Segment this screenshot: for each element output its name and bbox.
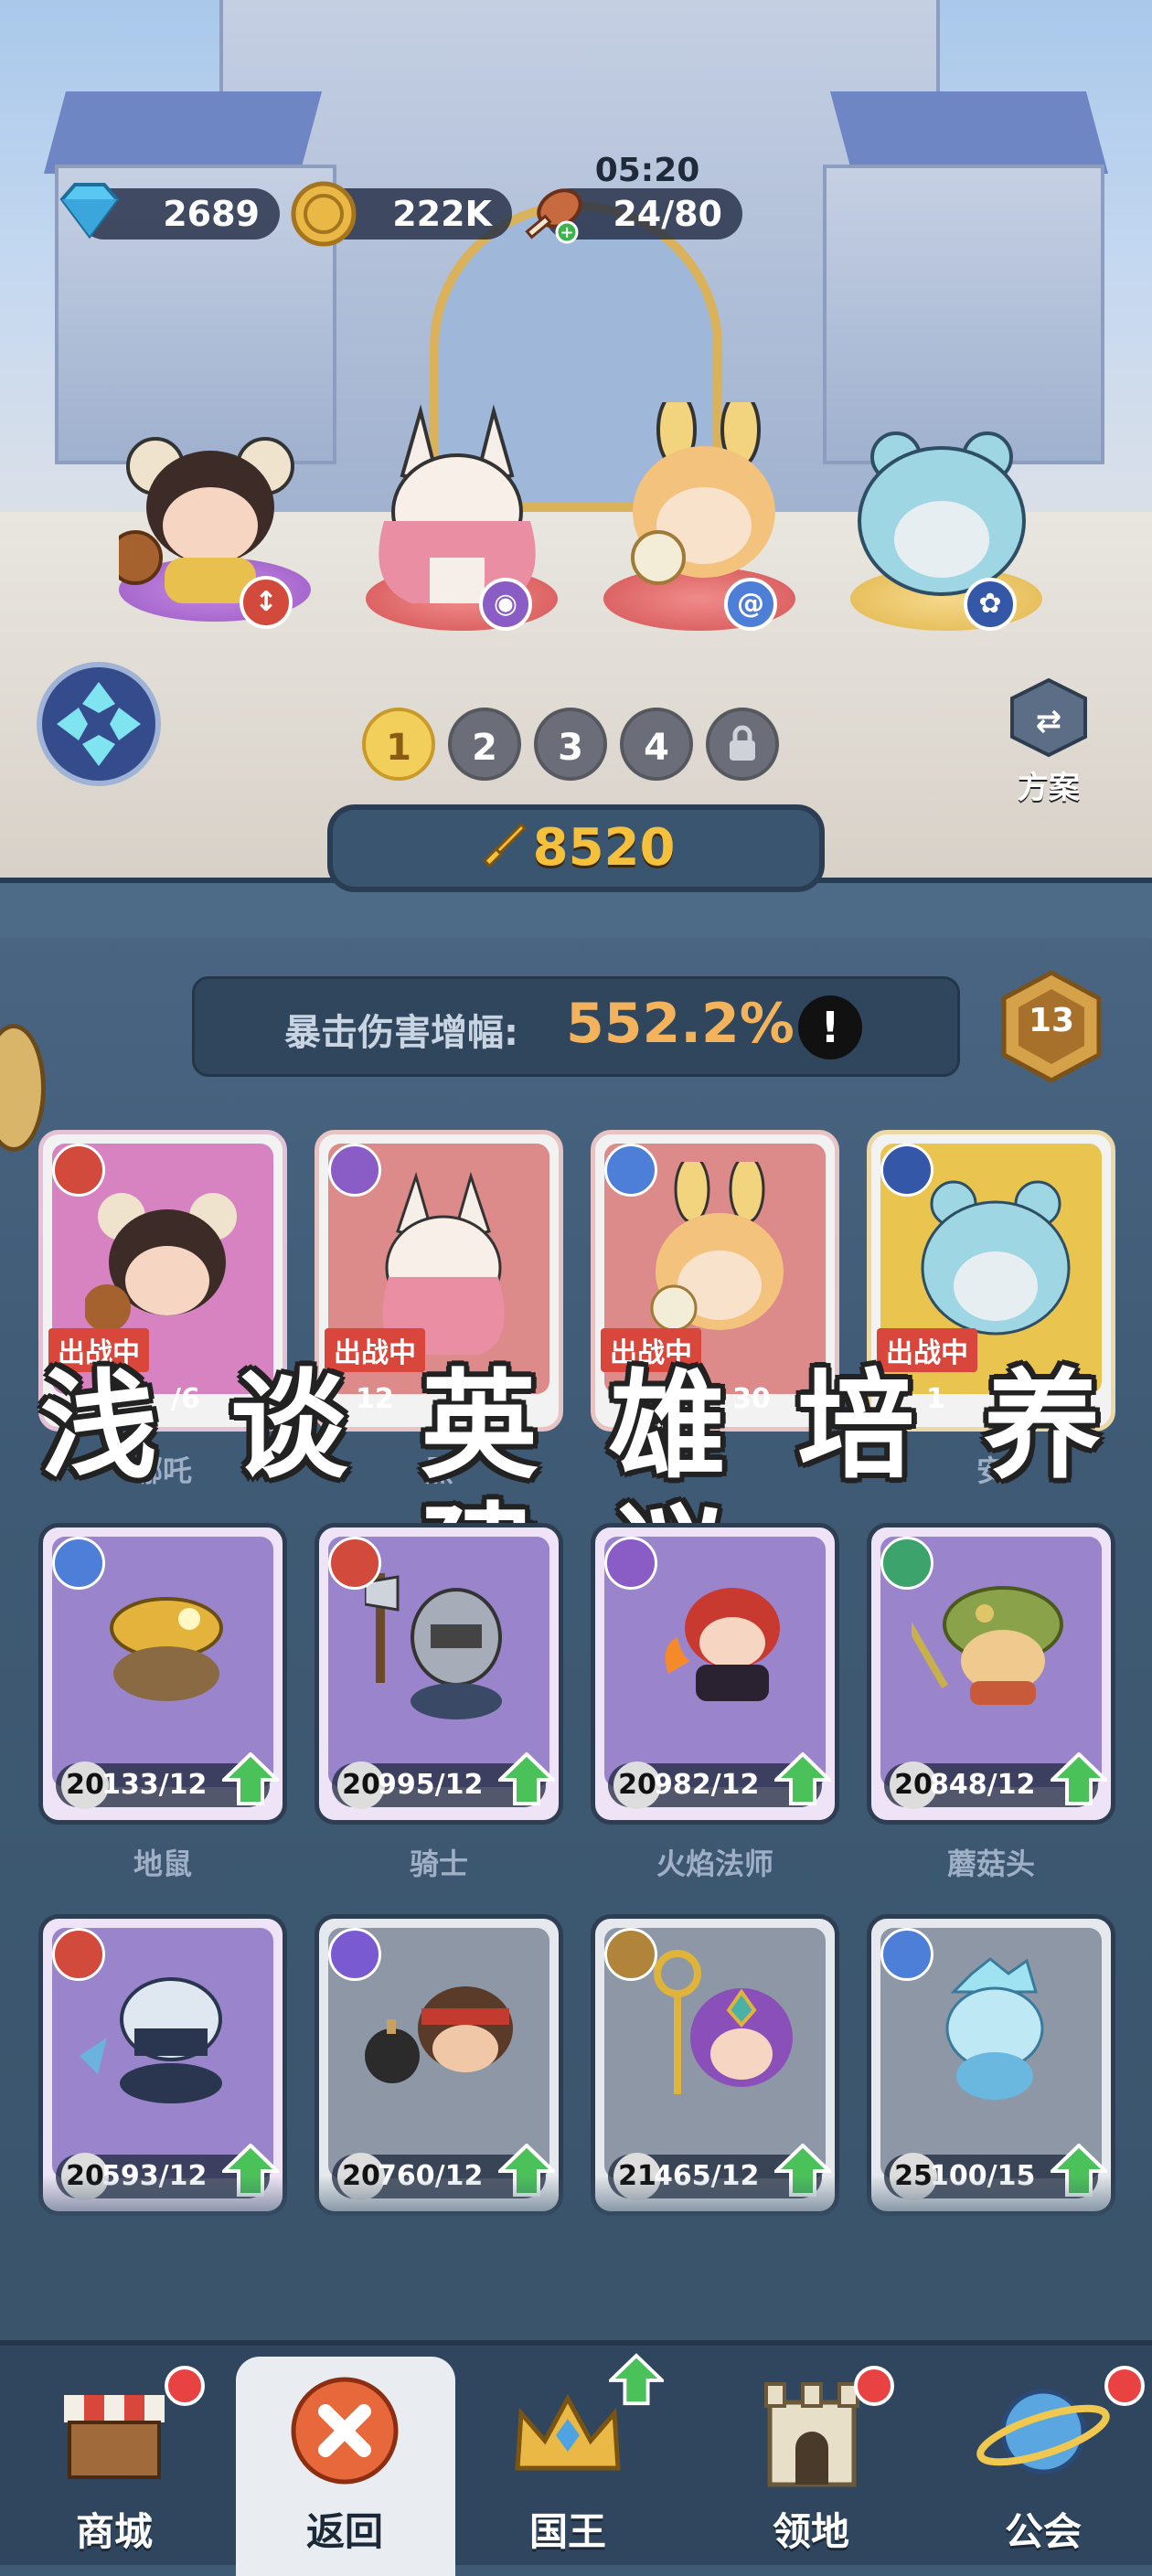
hero-card-mole[interactable]: 20 133/12 [38,1523,287,1825]
list-fade [0,2176,1152,2340]
upgrade-arrow-icon [609,2353,664,2406]
class-badge-moon-icon [328,1928,381,1981]
class-badge-sword-icon [52,1928,105,1981]
class-badge-spiral-icon [880,1928,933,1981]
nav-king[interactable]: 国王 [463,2340,673,2560]
class-badge-sword-icon [328,1537,381,1590]
nav-label: 返回 [305,2509,383,2554]
tower-icon [764,2382,859,2487]
nav-back[interactable]: 返回 [240,2340,450,2560]
team-power: 8520 [532,818,676,878]
class-badge-eye-icon [328,1144,381,1197]
upgrade-arrow-icon[interactable] [222,1752,279,1805]
hero-fox-sprite[interactable] [347,402,567,612]
sword-icon [477,821,528,876]
hero-level: 12 [356,1383,394,1415]
meat-icon[interactable]: + [517,179,583,245]
castle-roof-right [829,91,1109,174]
nav-territory[interactable]: 领地 [706,2340,916,2560]
hero-card-knight[interactable]: 20 995/12 [315,1523,563,1825]
shop-stall-icon [64,2395,165,2479]
team-page-locked[interactable] [706,708,779,781]
hero-progress: 848/12 [930,1769,1036,1801]
overlay-title-char: 养 [984,1358,1102,1495]
plan-label: 方案 [1018,770,1080,806]
class-badge-eye-icon: ◉ [479,578,532,631]
overlay-title-char: 浅 [40,1358,158,1495]
hero-card-priestess[interactable]: 21 465/12 [591,1914,839,2216]
class-badge-spiral-icon [604,1144,657,1197]
team-page-4[interactable]: 4 [620,708,693,781]
hero-name: 蘑菇头 [946,1847,1035,1881]
plan-button[interactable]: ⇄ 方案 [998,676,1099,806]
stat-info-button[interactable]: ! [798,995,862,1059]
swap-helmet-icon: ⇄ [1010,677,1087,758]
upgrade-arrow-icon[interactable] [774,1752,831,1805]
nav-label: 商城 [75,2509,153,2554]
hero-name: 地鼠 [133,1847,192,1881]
castle-roof-left [43,91,323,174]
nav-label: 公会 [1004,2509,1082,2554]
nav-shop[interactable]: 商城 [9,2340,219,2560]
hero-card-ice-spirit[interactable]: 25 100/15 [867,1914,1115,2216]
hero-progress: 30 [732,1383,771,1415]
hero-bunny-sprite[interactable] [603,391,805,612]
castle-wall-right [823,165,1104,464]
stat-value: 552.2% [566,992,795,1056]
overlay-title-char: 谈 [230,1358,348,1495]
hero-card-mushroom[interactable]: 20 848/12 [867,1523,1115,1825]
stat-bar: 暴击伤害增幅: 552.2% ! [192,976,960,1077]
notification-dot [165,2366,205,2406]
diamond-icon [53,179,120,245]
team-page-2[interactable]: 2 [448,708,521,781]
class-badge-spiral-icon [52,1537,105,1590]
hero-card-ninja[interactable]: 20 593/12 [38,1914,287,2216]
skill-dpad-button[interactable] [37,662,161,786]
overlay-title-char: 培 [797,1358,915,1495]
class-badge-paw-icon: ✿ [964,578,1017,631]
team-scene: 2689 222K 24/80 + 05:20 ↕ ◉ @ ✿ 1 2 3 4 [0,0,1152,878]
hero-progress: /6 [171,1383,200,1415]
team-page-1[interactable]: 1 [362,708,435,781]
upgrade-arrow-icon[interactable] [498,1752,555,1805]
rank-level: 13 [1028,1002,1075,1039]
class-badge-paw-icon [880,1144,933,1197]
hero-card-fire-mage[interactable]: 20 982/12 [591,1523,839,1825]
hero-name: 火焰法师 [656,1847,773,1881]
class-badge-wing-icon [604,1928,657,1981]
hero-progress: 995/12 [378,1769,484,1801]
close-x-icon [291,2377,399,2485]
nav-guild[interactable]: 公会 [938,2340,1148,2560]
nav-label: 国王 [528,2509,606,2554]
hero-progress: 133/12 [101,1769,208,1801]
class-badge-star-icon [880,1537,933,1590]
class-badge-eye-icon [604,1537,657,1590]
coin-icon [289,179,357,247]
hero-name: 骑士 [409,1847,468,1881]
hero-progress: 982/12 [654,1769,760,1801]
nav-label: 领地 [772,2509,849,2554]
stamina-timer: 05:20 [594,152,700,189]
class-badge-sword-icon: ↕ [240,576,293,629]
notification-dot [854,2366,894,2406]
upgrade-arrow-icon[interactable] [1051,1752,1107,1805]
planet-icon [976,2389,1110,2475]
hero-card-bomber[interactable]: 20 760/12 [315,1914,563,2216]
team-page-3[interactable]: 3 [534,708,607,781]
stat-label: 暴击伤害增幅: [284,1012,518,1054]
rank-badge[interactable]: 13 [997,969,1106,1084]
class-badge-spiral-icon: @ [724,578,777,631]
lock-icon [724,725,761,773]
svg-text:⇄: ⇄ [1036,703,1062,740]
class-badge-sword-icon [52,1144,105,1197]
power-banner: 8520 [327,804,825,892]
hero-progress: 1 [926,1383,945,1415]
notification-dot [1104,2366,1145,2406]
svg-text:+: + [560,223,573,242]
